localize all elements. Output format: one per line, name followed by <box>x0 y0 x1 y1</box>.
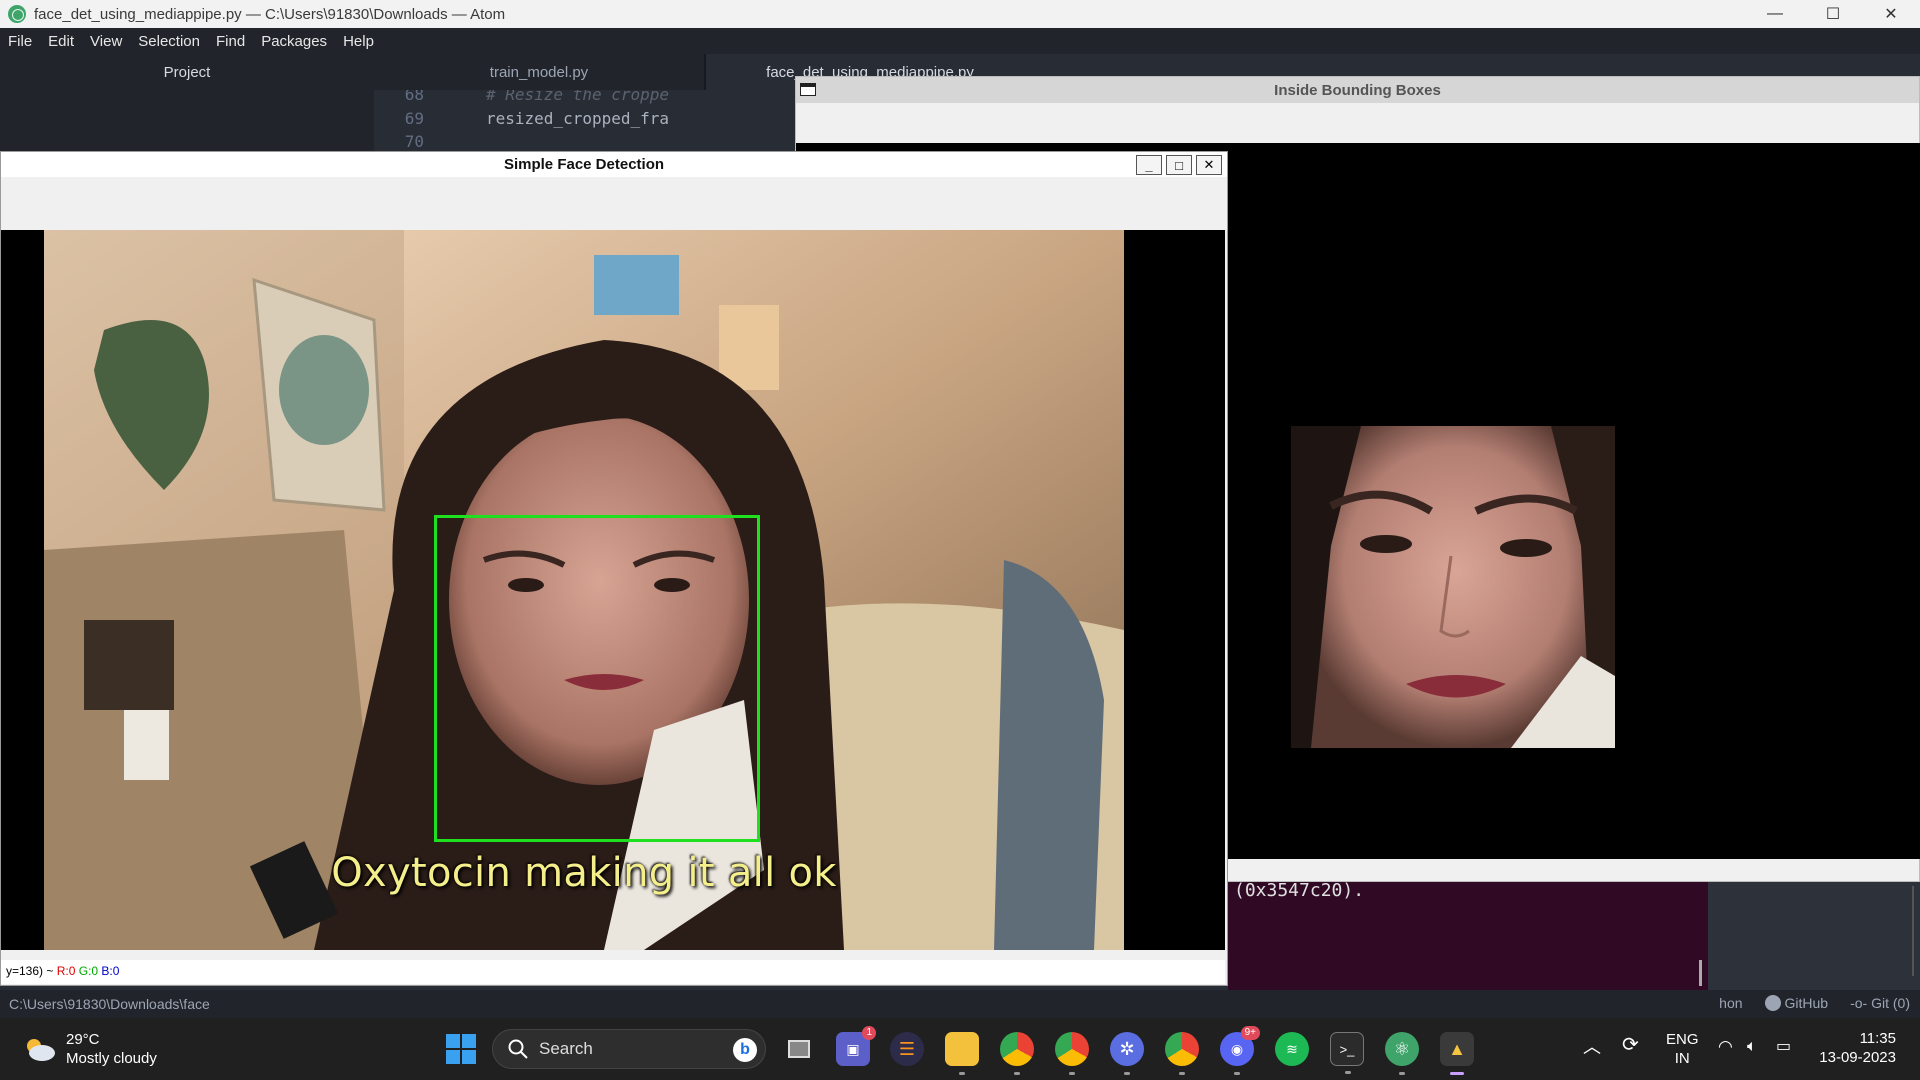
settings-gear-icon[interactable]: ✲ <box>1110 1032 1144 1075</box>
panel-scrollbar[interactable] <box>1912 886 1914 976</box>
menu-edit[interactable]: Edit <box>40 33 82 50</box>
menu-help[interactable]: Help <box>335 33 382 50</box>
chrome-work-icon[interactable] <box>1165 1032 1199 1075</box>
chrome-profile-icon[interactable] <box>1055 1032 1089 1075</box>
code-editor[interactable]: 68 # Resize the croppe 69 resized_croppe… <box>374 90 794 154</box>
windows-logo-icon <box>446 1034 460 1048</box>
start-button[interactable] <box>446 1034 476 1064</box>
menu-packages[interactable]: Packages <box>253 33 335 50</box>
file-explorer-icon[interactable] <box>945 1032 979 1075</box>
green-value: G:0 <box>78 964 99 978</box>
terminal-panel[interactable]: (0x3547c20). <box>1228 880 1708 990</box>
code-line: 69 resized_cropped_fra <box>374 104 794 132</box>
status-git[interactable]: -o- Git (0) <box>1850 995 1910 1011</box>
atom-window-title: face_det_using_mediappipe.py — C:\Users\… <box>34 5 506 23</box>
side-panel <box>1708 880 1920 990</box>
terminal-output: (0x3547c20). <box>1234 880 1365 901</box>
cursor-position: y=136) ~ <box>6 964 57 978</box>
close-icon[interactable]: ✕ <box>1862 0 1920 28</box>
clock-date: 13-09-2023 <box>1819 1049 1896 1066</box>
search-icon <box>508 1039 528 1059</box>
line-number: 70 <box>404 132 424 151</box>
status-github[interactable]: GitHub <box>1764 995 1829 1011</box>
atom-logo-icon <box>8 5 26 23</box>
face-detection-window: Simple Face Detection _ □ ✕ Oxytocin mak… <box>0 151 1228 986</box>
bounding-box-titlebar[interactable]: Inside Bounding Boxes <box>796 77 1919 103</box>
status-file-path[interactable]: C:\Users\91830\Downloads\face <box>9 996 210 1012</box>
sync-icon[interactable]: ⟳ <box>1622 1035 1639 1055</box>
tree-view-header[interactable]: Project <box>0 54 374 81</box>
atom-status-bar: C:\Users\91830\Downloads\face hon GitHub… <box>0 990 1920 1018</box>
cloudy-weather-icon <box>27 1039 55 1061</box>
bounding-box-title: Inside Bounding Boxes <box>1274 82 1441 99</box>
close-button[interactable]: ✕ <box>1196 155 1222 175</box>
task-view-icon[interactable] <box>782 1032 816 1066</box>
status-grammar[interactable]: hon <box>1719 995 1742 1011</box>
red-value: R:0 <box>56 964 76 978</box>
maximize-icon[interactable]: ☐ <box>1804 0 1862 28</box>
python-opencv-icon[interactable]: ▲ <box>1440 1032 1474 1075</box>
clock-time: 11:35 <box>1859 1030 1896 1047</box>
face-detection-titlebar[interactable]: Simple Face Detection _ □ ✕ <box>1 152 1227 177</box>
line-number: 68 <box>404 90 424 104</box>
minimize-icon[interactable]: — <box>1746 0 1804 28</box>
teams-chat-icon[interactable]: ▣ 1 <box>836 1026 876 1066</box>
weather-temp: 29°C <box>66 1031 100 1048</box>
pixel-status-bar: y=136) ~ R:0 G:0 B:0 <box>1 960 1225 984</box>
atom-menubar: File Edit View Selection Find Packages H… <box>0 28 1920 54</box>
terminal-scrollbar[interactable] <box>1699 960 1702 986</box>
language-indicator[interactable]: ENG IN <box>1666 1030 1699 1068</box>
terminal-icon[interactable]: >_ <box>1330 1032 1364 1074</box>
battery-icon[interactable]: ▭ <box>1776 1037 1791 1056</box>
face-detection-toolbar <box>1 177 1225 230</box>
eclipse-icon[interactable]: ☰ <box>890 1032 924 1066</box>
weather-widget[interactable]: 29°C Mostly cloudy <box>22 1030 157 1068</box>
line-number: 69 <box>404 108 424 128</box>
maximize-button[interactable]: □ <box>1166 155 1192 175</box>
discord-badge: 9+ <box>1240 1026 1260 1040</box>
weather-desc: Mostly cloudy <box>66 1050 157 1067</box>
lang-bottom: IN <box>1674 1050 1690 1067</box>
tree-view: Project <box>0 54 374 154</box>
code-text: # Resize the croppe <box>486 90 670 104</box>
face-detection-title: Simple Face Detection <box>503 156 665 173</box>
search-label: Search <box>539 1039 593 1058</box>
blue-value: B:0 <box>101 964 120 978</box>
menu-find[interactable]: Find <box>208 33 253 50</box>
lang-top: ENG <box>1666 1031 1699 1048</box>
wifi-icon[interactable]: ◠ <box>1718 1037 1733 1056</box>
git-label: Git (0) <box>1871 995 1910 1011</box>
menu-selection[interactable]: Selection <box>130 33 208 50</box>
discord-icon[interactable]: ◉ 9+ <box>1220 1026 1260 1075</box>
video-subtitle: Oxytocin making it all ok <box>331 850 837 896</box>
chevron-up-icon[interactable]: ︿ <box>1583 1038 1601 1057</box>
taskbar-search[interactable]: Search b <box>492 1029 766 1069</box>
code-line: 68 # Resize the croppe <box>374 90 794 104</box>
clock[interactable]: 11:35 13-09-2023 <box>1818 1029 1896 1067</box>
bing-icon: b <box>733 1038 757 1062</box>
face-bounding-box <box>434 515 760 842</box>
github-label: GitHub <box>1784 995 1829 1011</box>
code-text: resized_cropped_fra <box>486 108 670 128</box>
atom-app-icon[interactable]: ⚛ <box>1385 1032 1419 1075</box>
menu-file[interactable]: File <box>0 33 40 50</box>
teams-badge: 1 <box>862 1026 876 1040</box>
tab-train-model[interactable]: train_model.py <box>374 54 704 90</box>
webcam-canvas[interactable]: Oxytocin making it all ok <box>1 230 1225 950</box>
cropped-face-image <box>1291 426 1615 748</box>
git-commit-icon: -o- <box>1850 995 1868 1011</box>
chrome-icon[interactable] <box>1000 1032 1034 1075</box>
muted-speaker-icon[interactable]: 🔈︎ <box>1747 1037 1757 1056</box>
menu-view[interactable]: View <box>82 33 130 50</box>
github-icon <box>1764 995 1781 1011</box>
minimize-button[interactable]: _ <box>1136 155 1162 175</box>
atom-titlebar: face_det_using_mediappipe.py — C:\Users\… <box>0 0 1920 28</box>
spotify-icon[interactable]: ≋ <box>1275 1032 1309 1066</box>
windows-taskbar: 29°C Mostly cloudy Search b ▣ 1 ☰ ✲ ◉ 9+ ≋… <box>0 1018 1920 1080</box>
